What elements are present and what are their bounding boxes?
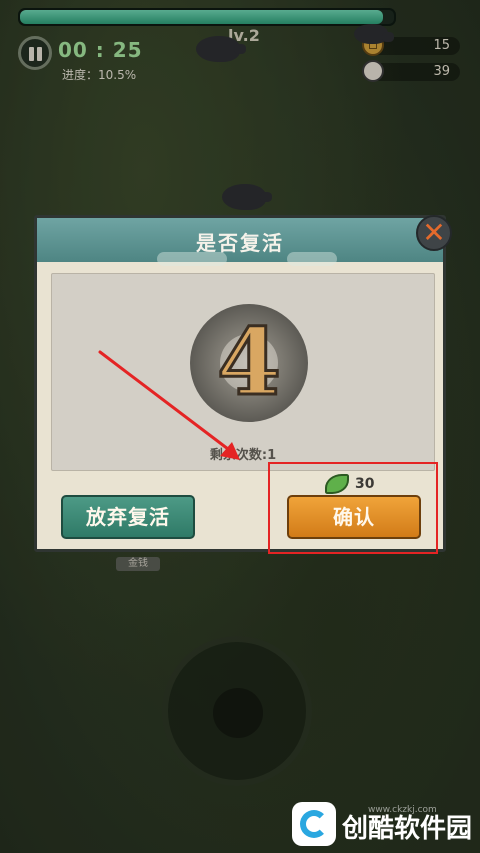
watermark-url: www.ckzkj.com: [368, 805, 437, 815]
arrow-annotation: [98, 350, 240, 460]
brand-logo-icon: [292, 802, 336, 846]
